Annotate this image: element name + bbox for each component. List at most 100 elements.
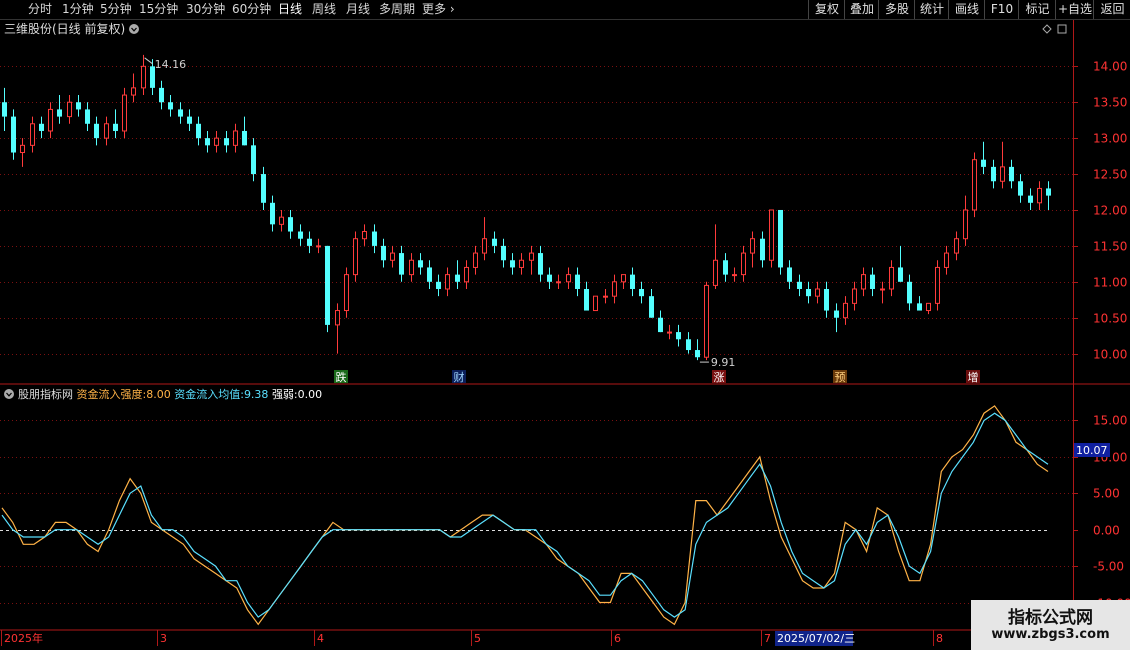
candle-32 xyxy=(298,224,303,246)
indicator-series-0 xyxy=(1,405,1049,626)
candle-body xyxy=(981,159,986,167)
candle-36 xyxy=(335,303,340,354)
series3-label: 强弱: xyxy=(272,388,298,401)
candle-body xyxy=(991,166,996,182)
candle-33 xyxy=(307,231,312,254)
title-dropdown-icon xyxy=(129,24,139,34)
candle-body xyxy=(381,245,386,261)
candle-88 xyxy=(815,281,820,304)
candle-body xyxy=(529,252,534,261)
candle-body xyxy=(270,202,275,225)
candle-79 xyxy=(732,267,737,282)
candle-50 xyxy=(464,260,469,289)
candle-38 xyxy=(353,231,358,282)
watermark: 指标公式网 www.zbgs3.com xyxy=(971,600,1130,650)
window-icon xyxy=(1057,24,1067,34)
candle-69 xyxy=(639,281,644,304)
candle-103 xyxy=(954,231,959,261)
candle-body xyxy=(630,274,635,289)
candle-body xyxy=(1009,166,1014,182)
candle-10 xyxy=(94,116,99,146)
candle-body xyxy=(824,288,829,311)
candle-21 xyxy=(196,116,201,146)
candle-body xyxy=(649,296,654,318)
candle-53 xyxy=(492,231,497,254)
time-label-1: 3 xyxy=(160,632,167,645)
candle-body xyxy=(667,331,672,334)
candle-body xyxy=(926,302,931,312)
candle-17 xyxy=(159,80,164,110)
candle-body xyxy=(612,281,617,297)
time-label-2: 4 xyxy=(317,632,324,645)
candle-body xyxy=(427,267,432,282)
candle-35 xyxy=(325,245,330,333)
candle-55 xyxy=(510,253,515,275)
candle-87 xyxy=(806,281,811,304)
time-label-4: 6 xyxy=(614,632,621,645)
event-badge-2: 涨 xyxy=(714,371,725,384)
candle-3 xyxy=(30,116,35,153)
candle-96 xyxy=(889,260,894,297)
candle-body xyxy=(353,238,358,276)
candle-body xyxy=(436,281,441,289)
candle-95 xyxy=(880,281,885,304)
candle-body xyxy=(1000,166,1005,182)
price-tick-label-1: 10.50 xyxy=(1093,312,1127,326)
candle-body xyxy=(113,123,118,131)
ind-tick-label-4: -5.00 xyxy=(1093,560,1124,574)
candle-body xyxy=(251,145,256,175)
candle-body xyxy=(492,238,497,246)
candle-66 xyxy=(612,274,617,304)
candle-60 xyxy=(556,274,561,289)
candle-46 xyxy=(427,260,432,289)
candle-body xyxy=(501,245,506,261)
candle-27 xyxy=(251,138,256,182)
candle-body xyxy=(538,253,543,275)
candle-22 xyxy=(205,130,210,153)
candle-101 xyxy=(935,260,940,311)
candle-58 xyxy=(538,245,543,282)
time-label-5: 7 xyxy=(764,632,771,645)
event-badge-0: 跌 xyxy=(336,370,347,384)
candle-body xyxy=(455,274,460,282)
candle-64 xyxy=(593,295,598,312)
candle-body xyxy=(362,231,367,240)
candle-body xyxy=(732,274,737,277)
candle-26 xyxy=(242,116,247,146)
price-tick-label-2: 11.00 xyxy=(1093,276,1127,290)
candle-73 xyxy=(676,324,681,347)
candle-84 xyxy=(778,209,783,275)
candle-body xyxy=(1046,188,1051,196)
candle-body xyxy=(159,87,164,103)
candle-28 xyxy=(261,166,266,210)
candle-110 xyxy=(1018,174,1023,203)
candle-43 xyxy=(399,245,404,282)
candle-body xyxy=(279,216,284,225)
event-badge-3: 预 xyxy=(835,371,846,384)
candle-body xyxy=(834,310,839,318)
candle-body xyxy=(510,260,515,268)
candle-body xyxy=(907,281,912,304)
candle-56 xyxy=(519,253,524,275)
candle-body xyxy=(464,266,469,283)
candle-18 xyxy=(168,95,173,117)
time-label-3: 5 xyxy=(474,632,481,645)
candle-body xyxy=(76,102,81,110)
candle-74 xyxy=(686,332,691,354)
candle-body xyxy=(1018,181,1023,196)
candle-body xyxy=(852,288,857,304)
candle-body xyxy=(935,266,940,304)
candle-body xyxy=(473,252,478,268)
candle-98 xyxy=(907,274,912,311)
candle-62 xyxy=(575,267,580,297)
candle-54 xyxy=(501,238,506,268)
candle-1 xyxy=(11,109,16,160)
candle-111 xyxy=(1028,188,1033,210)
candle-body xyxy=(806,288,811,297)
candle-body xyxy=(584,288,589,311)
candle-body xyxy=(519,259,524,268)
candle-81 xyxy=(750,231,755,268)
candle-body xyxy=(603,295,608,298)
candle-59 xyxy=(547,267,552,289)
price-tick-label-6: 13.00 xyxy=(1093,132,1127,146)
